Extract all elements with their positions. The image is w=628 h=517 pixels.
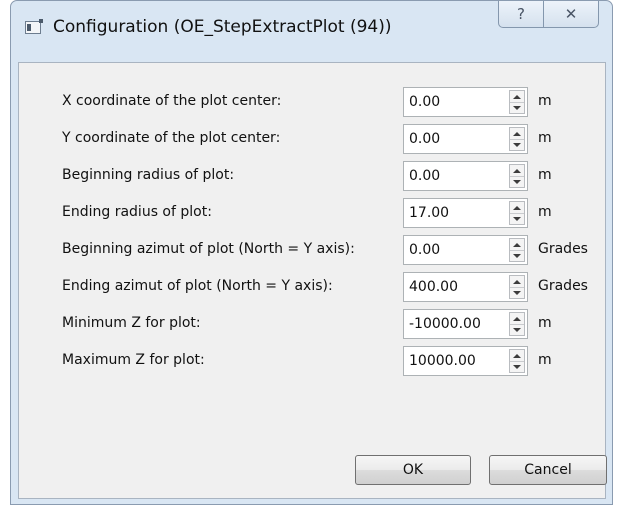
- spin-arrows: [509, 238, 525, 262]
- window-title: Configuration (OE_StepExtractPlot (94)): [53, 17, 392, 37]
- field-value[interactable]: -10000.00: [409, 316, 481, 332]
- field-spinbox[interactable]: 0.00: [403, 235, 528, 265]
- spin-down-icon[interactable]: [510, 324, 524, 335]
- field-spinbox[interactable]: 0.00: [403, 161, 528, 191]
- field-spinbox[interactable]: 0.00: [403, 87, 528, 117]
- field-row: Beginning radius of plot: 0.00 m: [19, 161, 605, 191]
- field-value[interactable]: 0.00: [409, 94, 440, 110]
- field-unit: Grades: [538, 241, 588, 257]
- spin-down-icon[interactable]: [510, 361, 524, 372]
- field-value[interactable]: 0.00: [409, 168, 440, 184]
- field-unit: m: [538, 130, 552, 146]
- field-value[interactable]: 0.00: [409, 242, 440, 258]
- field-label: Ending radius of plot:: [62, 204, 212, 220]
- field-label: Maximum Z for plot:: [62, 352, 205, 368]
- spin-down-icon[interactable]: [510, 139, 524, 150]
- field-unit: m: [538, 352, 552, 368]
- field-value[interactable]: 0.00: [409, 131, 440, 147]
- spin-down-icon[interactable]: [510, 287, 524, 298]
- spin-arrows: [509, 201, 525, 225]
- field-label: Beginning radius of plot:: [62, 167, 235, 183]
- spin-down-icon[interactable]: [510, 102, 524, 113]
- field-label: Y coordinate of the plot center:: [62, 130, 281, 146]
- field-spinbox[interactable]: 0.00: [403, 124, 528, 154]
- field-spinbox[interactable]: 10000.00: [403, 346, 528, 376]
- field-row: Minimum Z for plot: -10000.00 m: [19, 309, 605, 339]
- field-unit: m: [538, 204, 552, 220]
- field-value[interactable]: 17.00: [409, 205, 449, 221]
- spin-arrows: [509, 312, 525, 336]
- cancel-button[interactable]: Cancel: [489, 455, 607, 485]
- spin-arrows: [509, 275, 525, 299]
- field-label: Minimum Z for plot:: [62, 315, 201, 331]
- field-value[interactable]: 10000.00: [409, 353, 476, 369]
- close-button[interactable]: ✕: [543, 1, 599, 28]
- spin-down-icon[interactable]: [510, 213, 524, 224]
- field-label: Ending azimut of plot (North = Y axis):: [62, 278, 333, 294]
- field-row: Y coordinate of the plot center: 0.00 m: [19, 124, 605, 154]
- spin-down-icon[interactable]: [510, 250, 524, 261]
- window-icon: [25, 19, 43, 34]
- spin-arrows: [509, 164, 525, 188]
- spin-arrows: [509, 90, 525, 114]
- field-row: X coordinate of the plot center: 0.00 m: [19, 87, 605, 117]
- field-row: Ending radius of plot: 17.00 m: [19, 198, 605, 228]
- field-unit: m: [538, 315, 552, 331]
- configuration-dialog: Configuration (OE_StepExtractPlot (94)) …: [10, 0, 613, 505]
- field-row: Maximum Z for plot: 10000.00 m: [19, 346, 605, 376]
- field-unit: m: [538, 167, 552, 183]
- help-button[interactable]: ?: [498, 1, 544, 28]
- field-unit: Grades: [538, 278, 588, 294]
- field-row: Beginning azimut of plot (North = Y axis…: [19, 235, 605, 265]
- help-icon: ?: [517, 5, 525, 23]
- spin-arrows: [509, 127, 525, 151]
- field-spinbox[interactable]: 17.00: [403, 198, 528, 228]
- ok-button[interactable]: OK: [355, 455, 471, 485]
- title-bar[interactable]: Configuration (OE_StepExtractPlot (94)) …: [11, 1, 612, 53]
- field-spinbox[interactable]: 400.00: [403, 272, 528, 302]
- dialog-body: X coordinate of the plot center: 0.00 m Y c…: [18, 62, 607, 499]
- field-label: X coordinate of the plot center:: [62, 93, 282, 109]
- close-icon: ✕: [564, 5, 578, 23]
- spin-down-icon[interactable]: [510, 176, 524, 187]
- field-unit: m: [538, 93, 552, 109]
- spin-arrows: [509, 349, 525, 373]
- field-row: Ending azimut of plot (North = Y axis): 4…: [19, 272, 605, 302]
- field-label: Beginning azimut of plot (North = Y axis…: [62, 241, 355, 257]
- field-spinbox[interactable]: -10000.00: [403, 309, 528, 339]
- field-value[interactable]: 400.00: [409, 279, 458, 295]
